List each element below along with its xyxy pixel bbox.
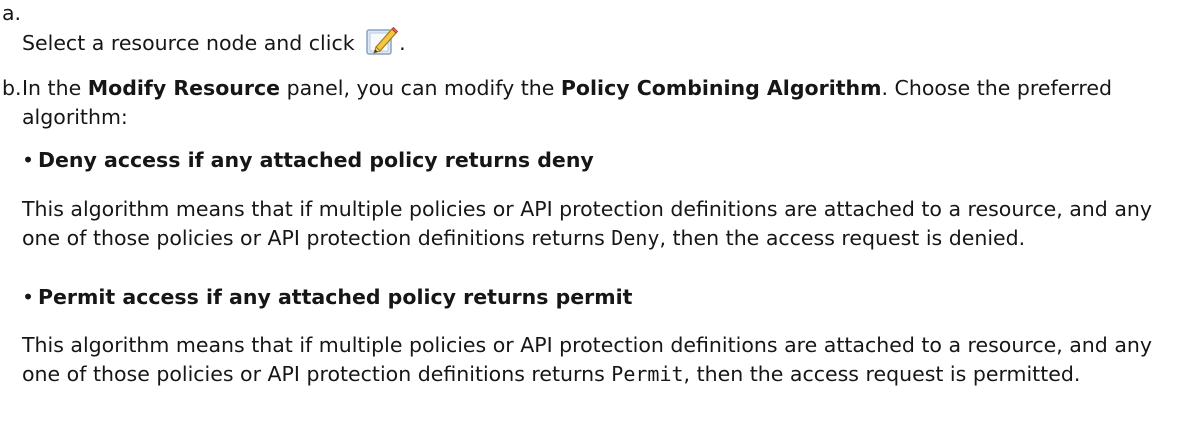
option-permit-desc-post: , then the access request is permitted. (683, 362, 1081, 386)
step-a-instruction: Select a resource node and click . (22, 25, 406, 57)
step-a-text: Select a resource node and click (22, 31, 355, 55)
option-permit-title: • Permit access if any attached policy re… (22, 283, 632, 311)
option-deny-description: This algorithm means that if multiple po… (22, 195, 1162, 253)
option-deny-code: Deny (611, 226, 660, 250)
step-a-period: . (399, 31, 406, 55)
option-permit-code: Permit (611, 362, 684, 386)
option-deny-title: • Deny access if any attached policy retu… (22, 146, 594, 174)
policy-combining-algorithm-label: Policy Combining Algorithm (560, 76, 882, 100)
step-a-marker: a. (2, 1, 22, 25)
bullet-icon: • (22, 285, 35, 309)
documentation-steps: a. Select a resource node and click . b.… (0, 0, 1179, 445)
option-deny-title-text: Deny access if any attached policy retur… (38, 148, 594, 172)
step-b-marker: b. (2, 76, 22, 100)
bullet-icon: • (22, 148, 35, 172)
option-permit-title-text: Permit access if any attached policy ret… (38, 285, 633, 309)
step-b-mid: panel, you can modify the (280, 76, 561, 100)
step-b: b. In the Modify Resource panel, you can… (2, 74, 1162, 129)
option-permit-description: This algorithm means that if multiple po… (22, 331, 1162, 389)
modify-resource-panel-label: Modify Resource (87, 76, 281, 100)
step-b-pre: In the (22, 76, 88, 100)
step-b-text: In the Modify Resource panel, you can mo… (22, 74, 1162, 132)
option-deny-desc-post: , then the access request is denied. (659, 226, 1026, 250)
edit-icon (365, 25, 399, 57)
